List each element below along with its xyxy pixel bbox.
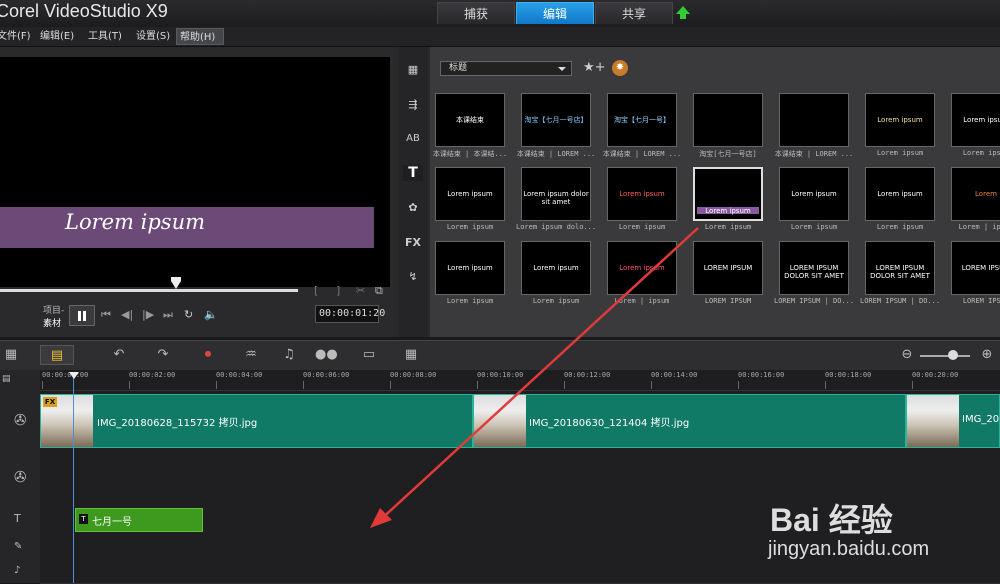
arrow-line — [377, 227, 699, 523]
watermark-url: jingyan.baidu.com — [768, 538, 930, 560]
watermark-logo: Bai 经验 — [770, 502, 893, 538]
